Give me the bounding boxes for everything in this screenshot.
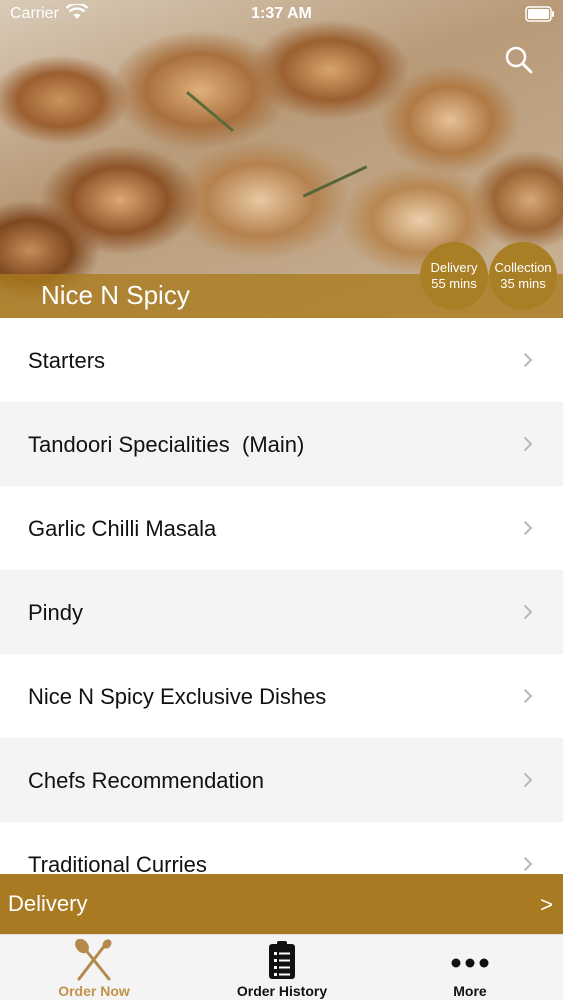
tab-bar: Order Now Order History More <box>0 934 563 1000</box>
chevron-right-icon <box>523 520 533 536</box>
menu-category-tandoori[interactable]: Tandoori Specialities (Main) <box>0 402 563 486</box>
tab-order-history-label: Order History <box>236 983 328 999</box>
menu-category-starters[interactable]: Starters <box>0 318 563 402</box>
chevron-right-icon <box>523 352 533 368</box>
menu-category-traditional-curries[interactable]: Traditional Curries <box>0 822 563 874</box>
tab-order-now-label: Order Now <box>58 983 130 999</box>
battery-icon <box>525 6 555 27</box>
restaurant-name: Nice N Spicy <box>41 280 190 310</box>
menu-category-pindy[interactable]: Pindy <box>0 570 563 654</box>
collection-badge-title: Collection <box>494 260 552 275</box>
chevron-right-icon <box>523 856 533 872</box>
more-dots-icon <box>451 958 489 968</box>
delivery-mode-arrow: > <box>540 892 553 917</box>
status-time: 1:37 AM <box>251 5 312 22</box>
menu-category-label: Nice N Spicy Exclusive Dishes <box>28 684 327 709</box>
delivery-badge-title: Delivery <box>430 260 478 275</box>
menu-category-chefs-recommendation[interactable]: Chefs Recommendation <box>0 738 563 822</box>
status-bar: Carrier 1:37 AM <box>0 0 563 30</box>
clipboard-icon <box>269 941 295 979</box>
menu-category-label: Starters <box>28 348 106 373</box>
chevron-right-icon <box>523 688 533 704</box>
delivery-mode-bar[interactable]: Delivery > <box>0 874 563 934</box>
tab-order-history[interactable]: Order History <box>188 935 376 1000</box>
delivery-badge-time: 55 mins <box>431 276 477 291</box>
menu-category-garlic-chilli-masala[interactable]: Garlic Chilli Masala <box>0 486 563 570</box>
search-icon[interactable] <box>503 44 535 76</box>
chevron-right-icon <box>523 436 533 452</box>
menu-category-label: Garlic Chilli Masala <box>28 516 217 541</box>
chevron-right-icon <box>523 772 533 788</box>
tab-more-label: More <box>453 983 487 999</box>
menu-category-list: Starters Tandoori Specialities (Main) Ga… <box>0 318 563 874</box>
delivery-time-badge: Delivery 55 mins <box>420 242 488 310</box>
collection-badge-time: 35 mins <box>500 276 546 291</box>
menu-category-label: Chefs Recommendation <box>28 768 265 793</box>
tab-more[interactable]: More <box>376 935 563 1000</box>
menu-category-label: Pindy <box>28 600 84 625</box>
collection-time-badge: Collection 35 mins <box>489 242 557 310</box>
menu-category-label: Traditional Curries <box>28 852 207 874</box>
delivery-mode-label: Delivery <box>8 891 88 916</box>
menu-category-label: Tandoori Specialities (Main) <box>28 432 305 457</box>
fork-spoon-icon <box>75 939 112 981</box>
tab-order-now[interactable]: Order Now <box>0 935 188 1000</box>
chevron-right-icon <box>523 604 533 620</box>
menu-category-exclusive-dishes[interactable]: Nice N Spicy Exclusive Dishes <box>0 654 563 738</box>
